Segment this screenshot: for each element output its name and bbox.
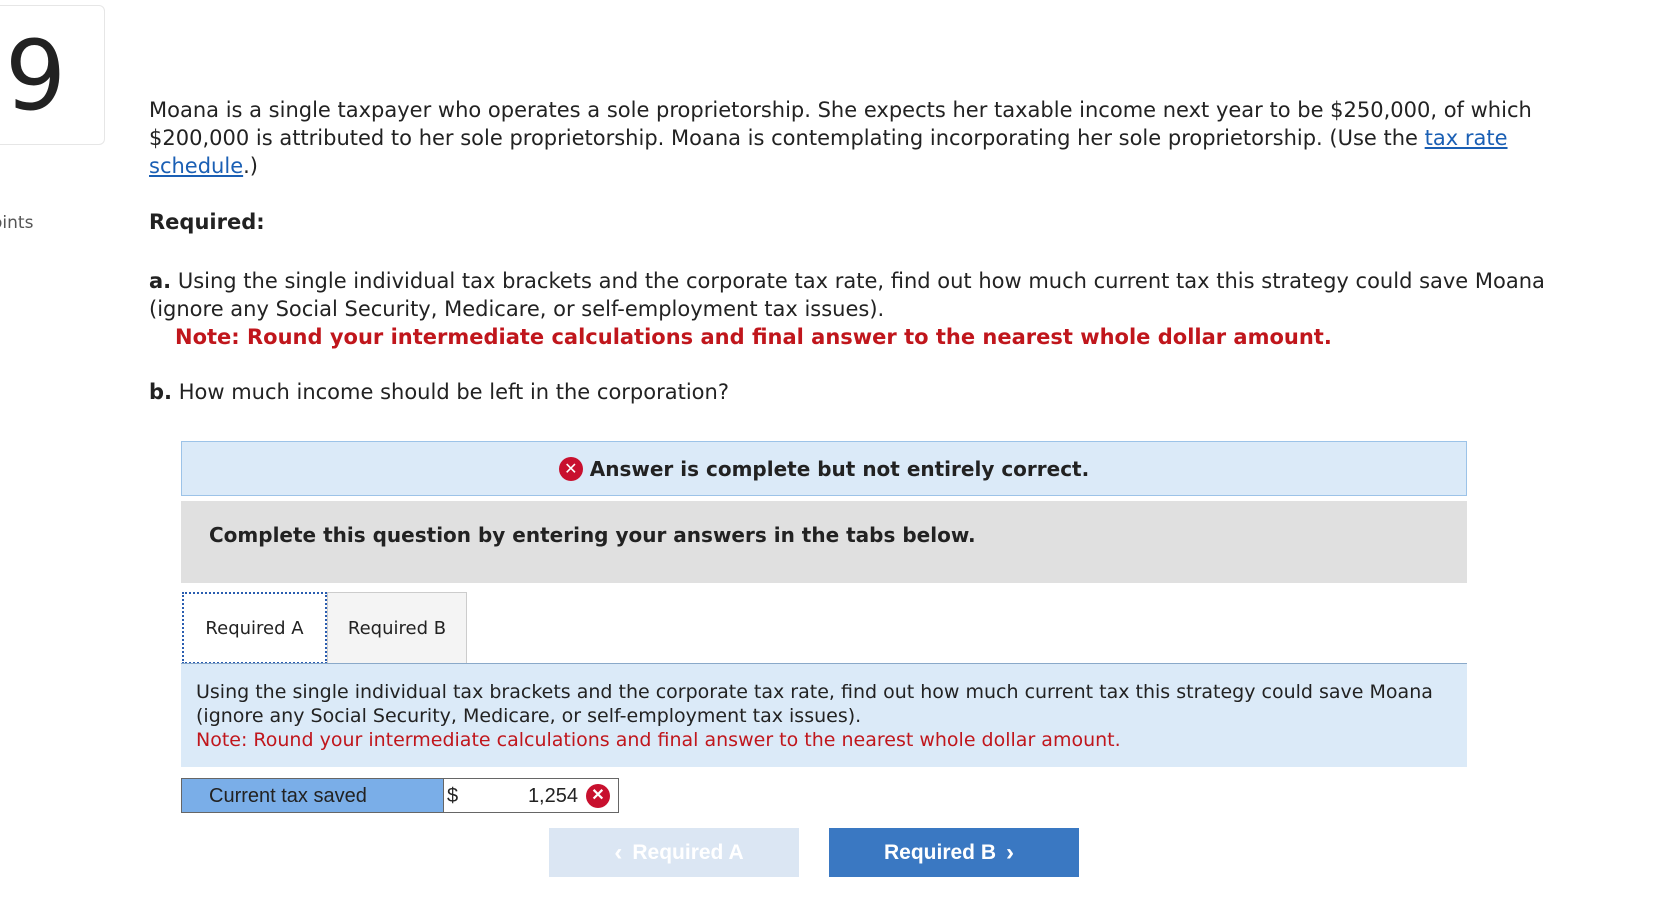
tab-instruction-text: Using the single individual tax brackets… (196, 681, 1433, 727)
x-circle-icon: ✕ (558, 456, 583, 481)
next-required-b-button[interactable]: Required B › (829, 828, 1079, 877)
part-a-note: Note: Round your intermediate calculatio… (175, 325, 1332, 349)
tab-required-a-label: Required A (205, 617, 304, 639)
currency-symbol: $ (447, 785, 459, 807)
chevron-right-icon: › (1006, 838, 1014, 866)
tab-instruction: Using the single individual tax brackets… (181, 664, 1467, 767)
question-intro: Moana is a single taxpayer who operates … (149, 96, 1549, 180)
tab-required-b-label: Required B (347, 618, 447, 639)
part-a: a. Using the single individual tax brack… (149, 267, 1569, 351)
answer-status-text: Answer is complete but not entirely corr… (589, 456, 1090, 481)
answer-label: Current tax saved (181, 778, 444, 813)
part-b: b. How much income should be left in the… (149, 380, 729, 404)
part-a-label: a. (149, 269, 172, 293)
tab-required-b[interactable]: Required B (327, 592, 467, 664)
chevron-left-icon: ‹ (614, 838, 623, 866)
next-button-label: Required B (883, 840, 996, 864)
answer-value: 1,254 (527, 785, 578, 807)
tab-required-a[interactable]: Required A (182, 592, 327, 664)
points-label: oints (0, 213, 34, 233)
question-number-box: 9 (0, 5, 105, 145)
intro-text: Moana is a single taxpayer who operates … (149, 98, 1532, 150)
part-b-text: How much income should be left in the co… (178, 380, 729, 404)
incorrect-x-icon: ✕ (586, 784, 610, 808)
prev-button-label: Required A (632, 840, 744, 864)
tab-instruction-note: Note: Round your intermediate calculatio… (196, 729, 1121, 751)
part-a-text: Using the single individual tax brackets… (149, 269, 1545, 321)
current-tax-saved-input[interactable]: $ 1,254 ✕ (444, 778, 619, 813)
intro-end: .) (243, 154, 258, 178)
required-heading: Required: (149, 210, 265, 234)
answer-status-banner: ✕ Answer is complete but not entirely co… (181, 441, 1467, 496)
part-b-label: b. (149, 380, 173, 404)
answer-row: Current tax saved $ 1,254 ✕ (181, 778, 619, 813)
question-number: 9 (5, 20, 67, 132)
instructions-header: Complete this question by entering your … (181, 501, 1467, 583)
prev-required-a-button[interactable]: ‹ Required A (549, 828, 799, 877)
